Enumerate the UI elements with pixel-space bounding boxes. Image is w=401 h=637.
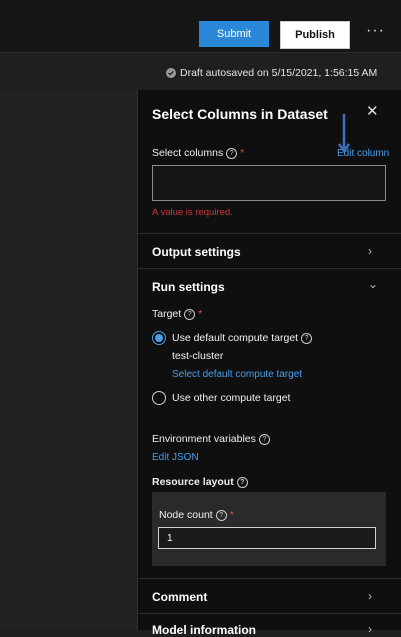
submit-button[interactable]: Submit — [199, 21, 269, 47]
divider — [138, 233, 401, 234]
properties-panel: Select Columns in Dataset ✕ Select colum… — [137, 90, 401, 637]
select-default-target-link[interactable]: Select default compute target — [172, 369, 302, 380]
other-target-radio[interactable] — [152, 391, 166, 405]
help-icon: ? — [236, 476, 248, 488]
chevron-down-icon[interactable]: ⌄ — [368, 277, 378, 291]
more-options-icon[interactable]: ··· — [366, 22, 385, 40]
help-icon: ? — [184, 308, 196, 320]
close-icon[interactable]: ✕ — [366, 102, 379, 120]
panel-title: Select Columns in Dataset — [152, 106, 328, 122]
edit-column-link[interactable]: Edit column — [337, 148, 389, 159]
chevron-right-icon[interactable]: › — [368, 622, 372, 636]
help-icon: ? — [258, 433, 270, 445]
divider — [138, 613, 401, 614]
chevron-right-icon[interactable]: › — [368, 589, 372, 603]
chevron-right-icon[interactable]: › — [368, 244, 372, 258]
help-icon: ? — [226, 147, 238, 159]
draft-status: Draft autosaved on 5/15/2021, 1:56:15 AM — [166, 67, 377, 79]
comment-header[interactable]: Comment — [152, 590, 207, 604]
divider — [138, 268, 401, 269]
default-target-label: Use default compute target? — [172, 332, 313, 344]
cluster-name: test-cluster — [172, 350, 224, 362]
help-icon: ? — [301, 332, 313, 344]
environment-variables-label: Environment variables? — [152, 433, 270, 445]
divider — [138, 578, 401, 579]
target-label: Target? * — [152, 308, 203, 320]
help-icon: ? — [215, 509, 227, 521]
node-count-label: Node count? * — [159, 509, 234, 521]
checkmark-icon — [166, 68, 176, 78]
top-toolbar: Submit Publish ··· — [0, 0, 401, 53]
other-target-label: Use other compute target — [172, 392, 291, 404]
select-columns-input[interactable] — [152, 165, 386, 201]
edit-json-link[interactable]: Edit JSON — [152, 452, 199, 463]
output-settings-header[interactable]: Output settings — [152, 245, 241, 259]
model-information-header[interactable]: Model information — [152, 623, 256, 637]
run-settings-header[interactable]: Run settings — [152, 280, 225, 294]
select-columns-label: Select columns? * — [152, 147, 245, 159]
canvas-area — [0, 90, 137, 630]
resource-layout-label: Resource layout? — [152, 476, 248, 488]
node-count-input[interactable]: 1 — [158, 527, 376, 549]
default-target-radio[interactable] — [152, 331, 166, 345]
draft-status-text: Draft autosaved on 5/15/2021, 1:56:15 AM — [180, 67, 378, 79]
publish-button[interactable]: Publish — [280, 21, 350, 49]
error-message: A value is required. — [152, 207, 233, 218]
